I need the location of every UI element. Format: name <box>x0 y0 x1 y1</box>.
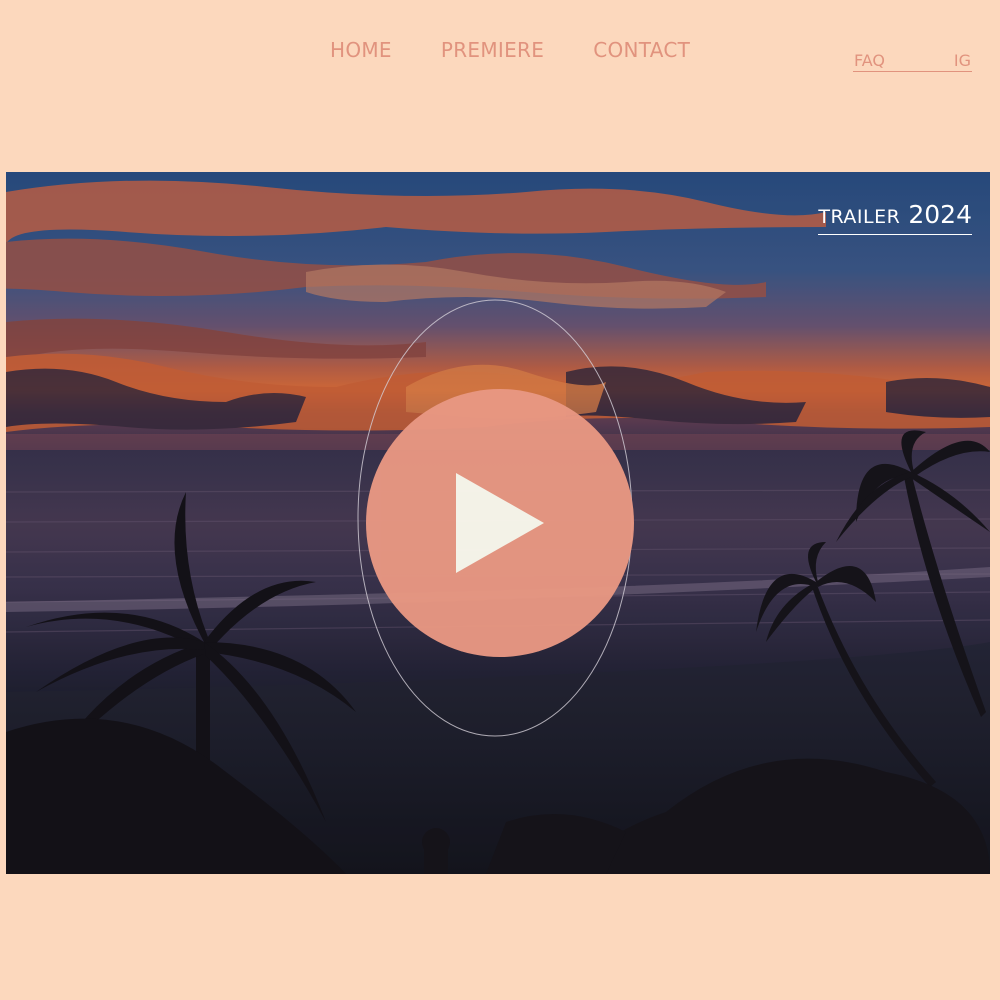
trailer-year: 2024 <box>908 200 972 229</box>
nav-premiere-link[interactable]: PREMIERE <box>441 37 544 63</box>
trailer-word: TRAILER <box>818 206 901 228</box>
faq-link[interactable]: FAQ <box>853 52 886 71</box>
main-nav: HOME PREMIERE CONTACT <box>330 37 690 63</box>
secondary-links: FAQ IG <box>853 51 972 72</box>
ig-link[interactable]: IG <box>953 52 972 71</box>
play-button[interactable] <box>366 389 634 657</box>
trailer-2024-label: TRAILER 2024 <box>818 200 972 235</box>
play-icon <box>456 473 544 573</box>
nav-contact-link[interactable]: CONTACT <box>593 37 690 63</box>
trailer-video[interactable]: TRAILER 2024 <box>6 172 990 874</box>
nav-home-link[interactable]: HOME <box>330 37 392 63</box>
